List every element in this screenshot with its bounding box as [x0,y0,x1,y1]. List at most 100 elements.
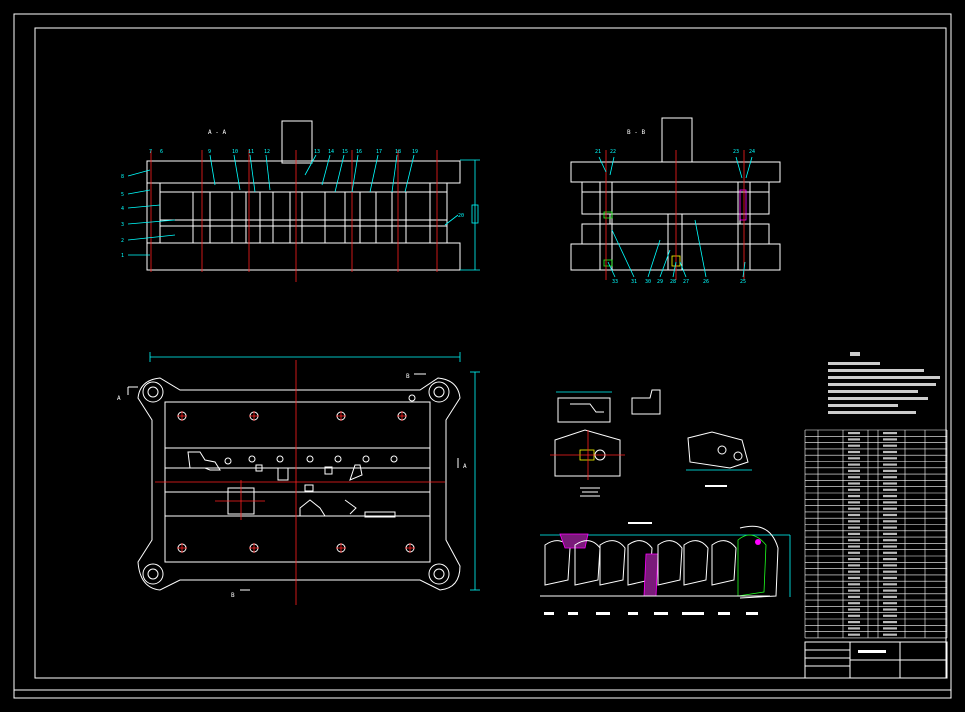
parts-cell-mark [848,495,860,498]
parts-list-table [804,429,948,639]
callout-4: 4 [121,206,124,212]
parts-cell-mark [848,457,860,460]
parts-cell-mark [848,469,860,472]
parts-cell-mark [848,501,860,504]
callout-19: 19 [412,149,418,155]
callout-17: 17 [376,149,382,155]
parts-cell-mark [848,539,860,542]
parts-cell-mark [848,595,860,598]
parts-cell-mark [848,520,860,523]
parts-cell-mark [848,627,860,630]
callout-2: 2 [121,238,124,244]
parts-cell-mark [883,444,897,447]
cad-drawing-canvas: A - A 8 5 4 3 2 1 7 6 9 10 11 12 13 14 1… [13,13,952,699]
callout-15: 15 [342,149,348,155]
view-marker-b-top: B [406,373,410,380]
callout-8: 8 [121,174,124,180]
title-block [804,641,948,679]
parts-cell-mark [883,614,897,617]
callout-28: 28 [670,279,676,285]
top-plate [146,160,461,184]
parts-cell-mark [883,589,897,592]
parts-cell-mark [848,526,860,529]
parts-cell-mark [883,570,897,573]
parts-cell-mark [848,621,860,624]
section-aa-view: A - A 8 5 4 3 2 1 7 6 9 10 11 12 13 14 1… [121,120,480,282]
parts-cell-mark [883,545,897,548]
parts-cell-mark [848,608,860,611]
parts-cell-mark [848,432,860,435]
callout-9: 9 [208,149,211,155]
parts-cell-mark [848,558,860,561]
section-bb-title: B - B [627,129,645,136]
parts-cell-mark [883,495,897,498]
callout-24: 24 [749,149,755,155]
callout-25: 25 [740,279,746,285]
callout-26: 26 [703,279,709,285]
parts-cell-mark [883,432,897,435]
parts-cell-mark [883,539,897,542]
parts-cell-mark [848,532,860,535]
callout-18: 18 [395,149,401,155]
parts-cell-mark [883,608,897,611]
callout-14: 14 [328,149,334,155]
technical-notes [828,352,940,414]
die-set-outline [137,377,461,591]
parts-cell-mark [883,438,897,441]
parts-cell-mark [883,551,897,554]
parts-cell-mark [848,570,860,573]
lower-plate [159,225,448,244]
parts-cell-mark [883,532,897,535]
upper-plate [159,182,448,193]
callout-6: 6 [160,149,163,155]
parts-cell-mark [883,469,897,472]
parts-cell-mark [883,457,897,460]
callout-7: 7 [149,149,152,155]
parts-cell-mark [883,450,897,454]
callout-30: 30 [645,279,651,285]
parts-cell-mark [848,602,860,605]
parts-cell-mark [883,507,897,510]
parts-cell-mark [848,482,860,485]
strip-layout [540,522,791,615]
callout-3: 3 [121,222,124,228]
parts-cell-mark [848,614,860,617]
view-marker-b-bottom: B [231,592,235,599]
callout-1: 1 [121,253,124,259]
callout-27: 27 [683,279,689,285]
parts-cell-mark [848,513,860,517]
parts-cell-mark [883,520,897,523]
parts-cell-mark [883,488,897,491]
parts-cell-mark [883,621,897,624]
callout-12: 12 [264,149,270,155]
parts-cell-mark [848,488,860,491]
callout-31: 31 [631,279,637,285]
parts-cell-mark [848,450,860,454]
callout-33: 33 [612,279,618,285]
plan-view: A A B B [117,352,480,605]
detail-part-views [550,389,752,497]
guide-post-left [146,182,161,244]
section-bb-view: B - B 21 22 23 24 33 31 30 29 28 27 26 2… [570,117,781,285]
parts-cell-mark [848,476,860,479]
parts-cell-mark [848,463,860,466]
parts-cell-mark [883,526,897,529]
parts-cell-mark [883,602,897,605]
callout-11: 11 [248,149,254,155]
parts-cell-mark [883,558,897,561]
parts-cell-mark [883,513,897,517]
inner-border [34,27,947,679]
shank [281,120,313,164]
outer-border [13,13,952,699]
parts-cell-mark [848,507,860,510]
parts-cell-mark [883,583,897,586]
callout-21: 21 [595,149,601,155]
section-aa-title: A - A [208,129,226,136]
parts-cell-mark [883,595,897,598]
callout-29: 29 [657,279,663,285]
callout-13: 13 [314,149,320,155]
parts-cell-mark [883,476,897,479]
parts-cell-mark [883,627,897,630]
parts-cell-mark [883,633,897,636]
parts-cell-mark [848,583,860,586]
